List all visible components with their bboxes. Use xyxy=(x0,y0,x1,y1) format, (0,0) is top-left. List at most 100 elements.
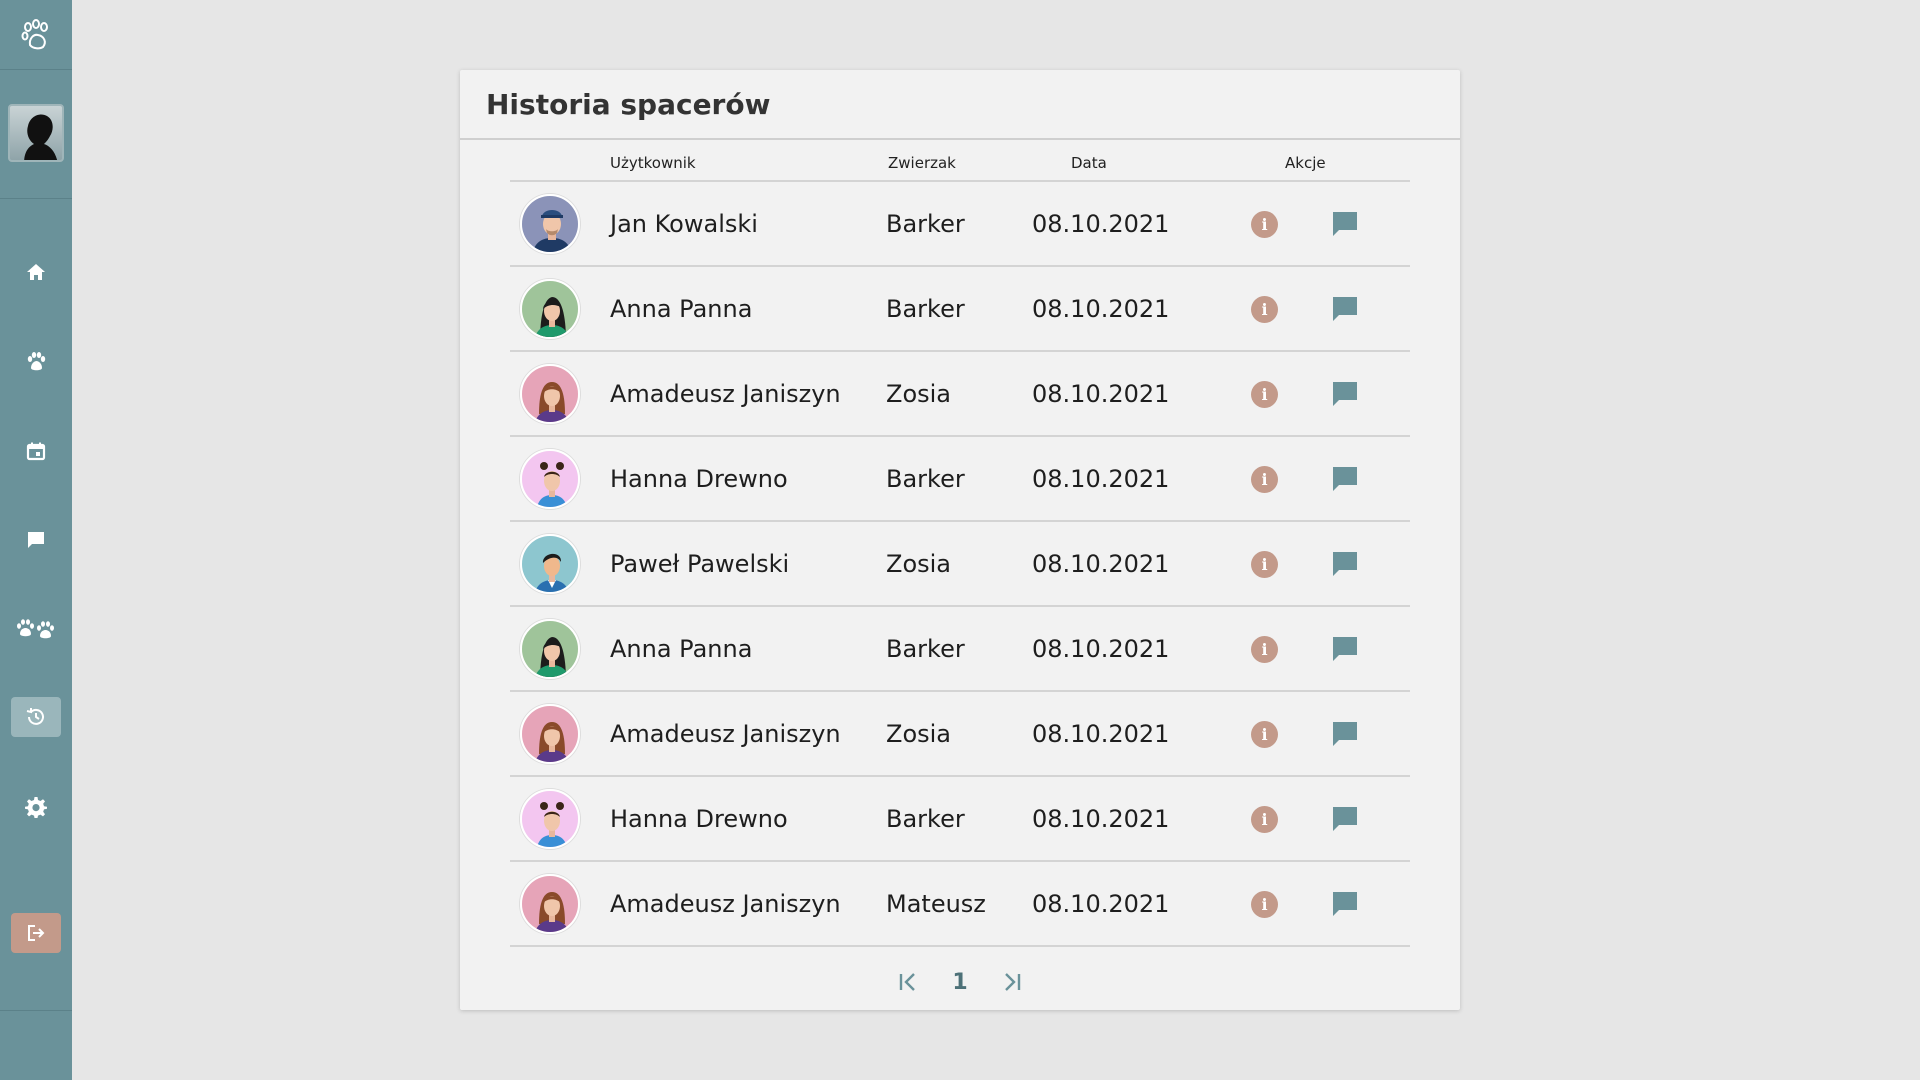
sidebar-item-calendar[interactable] xyxy=(11,431,61,471)
sidebar-item-settings[interactable] xyxy=(11,787,61,827)
pagination: 1 xyxy=(460,962,1460,1002)
row-date: 08.10.2021 xyxy=(1032,210,1170,238)
row-pet-name: Barker xyxy=(886,210,965,238)
info-button[interactable]: i xyxy=(1251,636,1278,663)
row-date: 08.10.2021 xyxy=(1032,720,1170,748)
sidebar-divider xyxy=(0,1010,72,1011)
message-icon xyxy=(1333,807,1357,831)
row-pet-name: Mateusz xyxy=(886,890,986,918)
sidebar-item-messages[interactable] xyxy=(11,520,61,560)
message-icon xyxy=(1333,552,1357,576)
table-row: Hanna Drewno Barker 08.10.2021 i xyxy=(510,437,1410,522)
info-button[interactable]: i xyxy=(1251,806,1278,833)
paw-logo-icon xyxy=(21,18,48,49)
card-header: Historia spacerów xyxy=(460,70,1460,140)
row-date: 08.10.2021 xyxy=(1032,550,1170,578)
user-avatar-man-blue xyxy=(520,534,580,594)
row-date: 08.10.2021 xyxy=(1032,295,1170,323)
message-icon xyxy=(1333,467,1357,491)
info-icon: i xyxy=(1261,895,1268,914)
message-icon xyxy=(1333,382,1357,406)
first-page-button[interactable] xyxy=(894,968,922,996)
user-avatar[interactable] xyxy=(8,104,64,162)
info-icon: i xyxy=(1261,810,1268,829)
table-row: Anna Panna Barker 08.10.2021 i xyxy=(510,607,1410,692)
user-avatar-woman-brown xyxy=(520,874,580,934)
column-header-pet: Zwierzak xyxy=(888,154,956,172)
column-header-actions: Akcje xyxy=(1285,154,1326,172)
row-user-name: Jan Kowalski xyxy=(610,210,758,238)
row-user-name: Anna Panna xyxy=(610,635,753,663)
table-row: Anna Panna Barker 08.10.2021 i xyxy=(510,267,1410,352)
info-button[interactable]: i xyxy=(1251,466,1278,493)
message-button[interactable] xyxy=(1330,719,1360,749)
table-row: Amadeusz Janiszyn Zosia 08.10.2021 i xyxy=(510,692,1410,777)
sidebar xyxy=(0,0,72,1080)
message-button[interactable] xyxy=(1330,464,1360,494)
info-button[interactable]: i xyxy=(1251,721,1278,748)
message-button[interactable] xyxy=(1330,209,1360,239)
sidebar-item-history[interactable] xyxy=(11,697,61,737)
info-icon: i xyxy=(1261,215,1268,234)
sidebar-item-pets[interactable] xyxy=(11,342,61,382)
row-user-name: Amadeusz Janiszyn xyxy=(610,380,841,408)
message-button[interactable] xyxy=(1330,634,1360,664)
logout-button[interactable] xyxy=(11,913,61,953)
table-row: Jan Kowalski Barker 08.10.2021 i xyxy=(510,182,1410,267)
user-avatar-woman-brown xyxy=(520,364,580,424)
user-avatar-man-cap xyxy=(520,194,580,254)
message-icon xyxy=(1333,212,1357,236)
info-button[interactable]: i xyxy=(1251,211,1278,238)
row-user-name: Hanna Drewno xyxy=(610,465,788,493)
info-button[interactable]: i xyxy=(1251,551,1278,578)
table-body: Jan Kowalski Barker 08.10.2021 i Anna Pa… xyxy=(510,182,1410,947)
table-row: Amadeusz Janiszyn Mateusz 08.10.2021 i xyxy=(510,862,1410,947)
last-page-icon xyxy=(1004,973,1020,991)
row-user-name: Anna Panna xyxy=(610,295,753,323)
row-user-name: Amadeusz Janiszyn xyxy=(610,720,841,748)
info-button[interactable]: i xyxy=(1251,296,1278,323)
info-icon: i xyxy=(1261,385,1268,404)
user-silhouette-icon xyxy=(24,114,58,160)
message-button[interactable] xyxy=(1330,379,1360,409)
user-avatar-woman-dark xyxy=(520,619,580,679)
row-date: 08.10.2021 xyxy=(1032,805,1170,833)
row-pet-name: Zosia xyxy=(886,720,952,748)
sidebar-item-home[interactable] xyxy=(11,252,61,292)
multi-paw-icon xyxy=(17,619,54,639)
message-button[interactable] xyxy=(1330,804,1360,834)
info-icon: i xyxy=(1261,640,1268,659)
calendar-icon xyxy=(26,442,46,461)
message-button[interactable] xyxy=(1330,549,1360,579)
row-pet-name: Barker xyxy=(886,635,965,663)
message-icon xyxy=(1333,722,1357,746)
gear-icon xyxy=(25,797,47,818)
app-logo[interactable] xyxy=(0,0,72,70)
info-button[interactable]: i xyxy=(1251,891,1278,918)
sidebar-divider xyxy=(0,198,72,199)
current-page-number[interactable]: 1 xyxy=(952,970,967,995)
message-button[interactable] xyxy=(1330,294,1360,324)
home-icon xyxy=(27,264,45,280)
message-button[interactable] xyxy=(1330,889,1360,919)
info-button[interactable]: i xyxy=(1251,381,1278,408)
message-icon xyxy=(1333,892,1357,916)
row-user-name: Hanna Drewno xyxy=(610,805,788,833)
row-date: 08.10.2021 xyxy=(1032,635,1170,663)
table-row: Amadeusz Janiszyn Zosia 08.10.2021 i xyxy=(510,352,1410,437)
chat-icon xyxy=(28,532,44,548)
table-header: Użytkownik Zwierzak Data Akcje xyxy=(510,142,1410,182)
row-pet-name: Barker xyxy=(886,295,965,323)
user-avatar-girl-buns xyxy=(520,449,580,509)
info-icon: i xyxy=(1261,470,1268,489)
first-page-icon xyxy=(900,973,916,991)
column-header-date: Data xyxy=(1071,154,1107,172)
sidebar-item-community[interactable] xyxy=(11,609,61,649)
info-icon: i xyxy=(1261,555,1268,574)
last-page-button[interactable] xyxy=(998,968,1026,996)
row-user-name: Paweł Pawelski xyxy=(610,550,790,578)
info-icon: i xyxy=(1261,725,1268,744)
user-avatar-girl-buns xyxy=(520,789,580,849)
message-icon xyxy=(1333,297,1357,321)
row-pet-name: Zosia xyxy=(886,550,952,578)
